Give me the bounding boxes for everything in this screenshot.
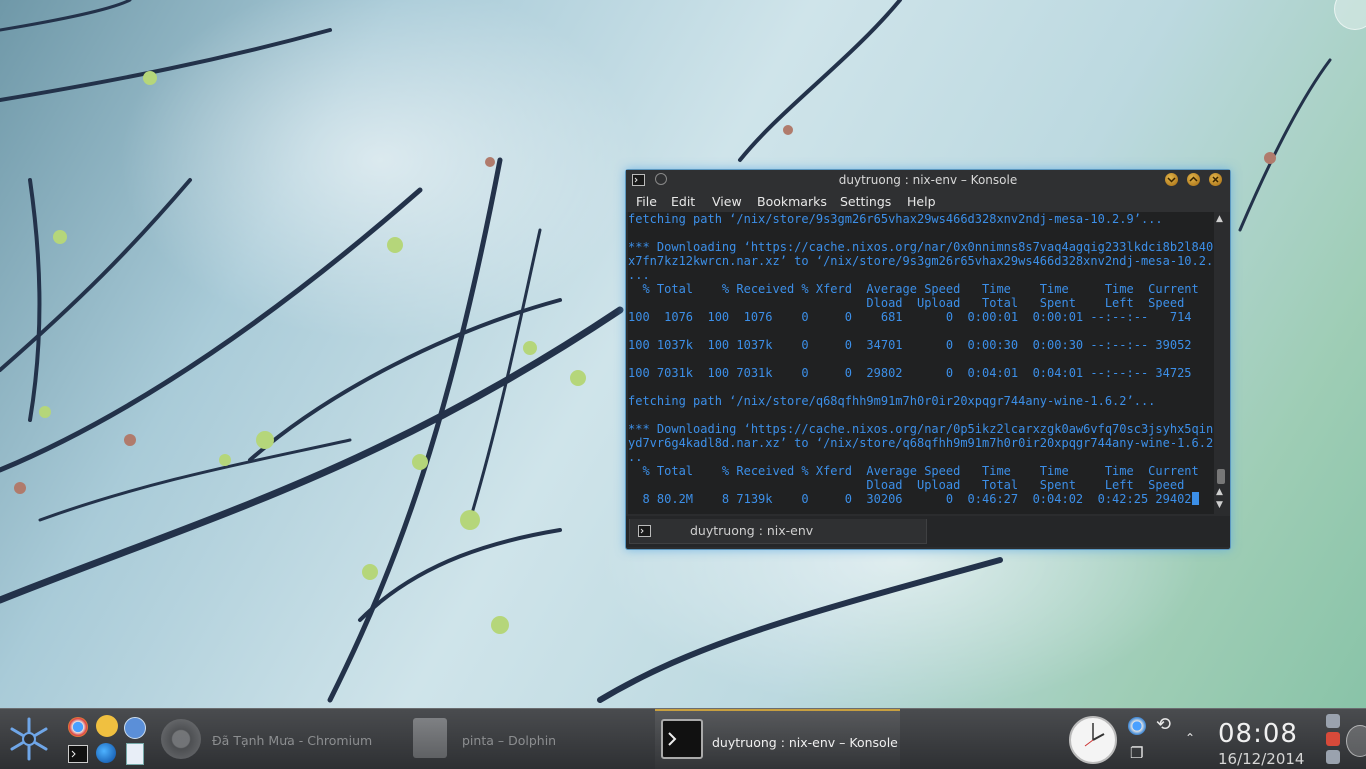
panel-toolbox-icon[interactable] (1346, 725, 1366, 757)
menu-bookmarks[interactable]: Bookmarks (757, 194, 827, 209)
analog-clock-icon[interactable] (1068, 715, 1118, 765)
globe-launcher-icon[interactable] (96, 743, 116, 763)
task-konsole[interactable]: duytruong : nix-env – Konsole (655, 709, 900, 769)
tab-session[interactable]: duytruong : nix-env (629, 519, 927, 544)
scroll-up-icon[interactable]: ▲ (1216, 487, 1223, 497)
terminal-line: Dload Upload Total Spent Left Speed (628, 478, 1185, 492)
terminal-line: fetching path ‘/nix/store/9s3gm26r65vhax… (628, 212, 1163, 226)
pidgin-launcher-icon[interactable] (96, 715, 118, 737)
terminal-line: 100 7031k 100 7031k 0 0 29802 0 0:04:01 … (628, 366, 1192, 380)
terminal-output[interactable]: fetching path ‘/nix/store/9s3gm26r65vhax… (628, 212, 1214, 514)
terminal-cursor (1191, 492, 1199, 505)
terminal-line: % Total % Received % Xferd Average Speed… (628, 282, 1199, 296)
window-titlebar[interactable]: duytruong : nix-env – Konsole (626, 170, 1230, 192)
terminal-line: 100 1076 100 1076 0 0 681 0 0:00:01 0:00… (628, 310, 1192, 324)
maximize-button[interactable] (1187, 173, 1200, 186)
menu-help[interactable]: Help (907, 194, 936, 209)
terminal-line: *** Downloading ‘https://cache.nixos.org… (628, 422, 1214, 436)
chevron-down-icon (1167, 177, 1176, 183)
menu-file[interactable]: File (636, 194, 657, 209)
terminal-line: yd7vr6g4kadl8d.nar.xz’ to ‘/nix/store/q6… (628, 436, 1214, 450)
digital-clock-time[interactable]: 08:08 (1218, 719, 1298, 749)
clipboard-tray-icon[interactable]: ❐ (1130, 744, 1143, 762)
scroll-down-icon[interactable]: ▼ (1216, 500, 1223, 510)
scroll-up-icon[interactable]: ▲ (1216, 214, 1223, 224)
task-chromium[interactable]: Đã Tạnh Mưa - Chromium (156, 709, 396, 769)
kde-launcher-icon[interactable] (4, 715, 54, 763)
tab-bar: duytruong : nix-env (626, 516, 1230, 547)
taskbar-panel: Đã Tạnh Mưa - Chromium pinta – Dolphin d… (0, 708, 1366, 769)
task-label: pinta – Dolphin (462, 733, 557, 748)
menu-edit[interactable]: Edit (671, 194, 695, 209)
editor-launcher-icon[interactable] (126, 743, 144, 765)
terminal-line: 8 80.2M 8 7139k 0 0 30206 0 0:46:27 0:04… (628, 492, 1192, 506)
close-button[interactable] (1209, 173, 1222, 186)
terminal-launcher-icon[interactable] (68, 745, 88, 763)
terminal-scrollbar[interactable]: ▲ ▲ ▼ (1214, 212, 1228, 514)
dolphin-icon (413, 718, 447, 758)
terminal-line: .. (628, 450, 643, 464)
tray-expand-chevron-up-icon[interactable]: ⌃ (1185, 731, 1195, 745)
digital-clock-date[interactable]: 16/12/2014 (1218, 750, 1304, 768)
scrollbar-thumb[interactable] (1217, 469, 1225, 484)
window-title: duytruong : nix-env – Konsole (838, 173, 1018, 187)
terminal-line: Dload Upload Total Spent Left Speed (628, 296, 1185, 310)
konsole-window[interactable]: duytruong : nix-env – Konsole File Edit … (625, 169, 1231, 550)
terminal-line: 100 1037k 100 1037k 0 0 34701 0 0:00:30 … (628, 338, 1192, 352)
network-tray-icon[interactable]: ⟲ (1156, 714, 1171, 735)
minimize-button[interactable] (1165, 173, 1178, 186)
chromium-tray-icon[interactable] (1128, 717, 1146, 735)
lock-screen-icon[interactable] (1326, 714, 1340, 728)
chevron-up-icon (1189, 176, 1198, 182)
switch-user-icon[interactable] (1326, 750, 1340, 764)
task-label: Đã Tạnh Mưa - Chromium (212, 733, 373, 748)
menubar: File Edit View Bookmarks Settings Help (626, 192, 1230, 212)
terminal-line: ... (628, 268, 650, 282)
power-icon[interactable] (1326, 732, 1340, 746)
tab-label: duytruong : nix-env (690, 523, 814, 538)
task-dolphin[interactable]: pinta – Dolphin (404, 709, 649, 769)
terminal-text: fetching path ‘/nix/store/9s3gm26r65vhax… (628, 212, 1214, 506)
task-label: duytruong : nix-env – Konsole (712, 735, 898, 750)
menu-settings[interactable]: Settings (840, 194, 891, 209)
chromium-launcher-icon[interactable] (68, 717, 88, 737)
konsole-icon (661, 719, 703, 759)
terminal-icon (638, 525, 651, 537)
terminal-line: x7fn7kz12kwrcn.nar.xz’ to ‘/nix/store/9s… (628, 254, 1214, 268)
close-icon (1212, 176, 1219, 183)
menu-view[interactable]: View (712, 194, 742, 209)
terminal-line: fetching path ‘/nix/store/q68qfhh9m91m7h… (628, 394, 1156, 408)
chromium-icon (161, 719, 201, 759)
terminal-line: % Total % Received % Xferd Average Speed… (628, 464, 1199, 478)
browser-launcher-icon[interactable] (124, 717, 146, 739)
terminal-line: *** Downloading ‘https://cache.nixos.org… (628, 240, 1214, 254)
